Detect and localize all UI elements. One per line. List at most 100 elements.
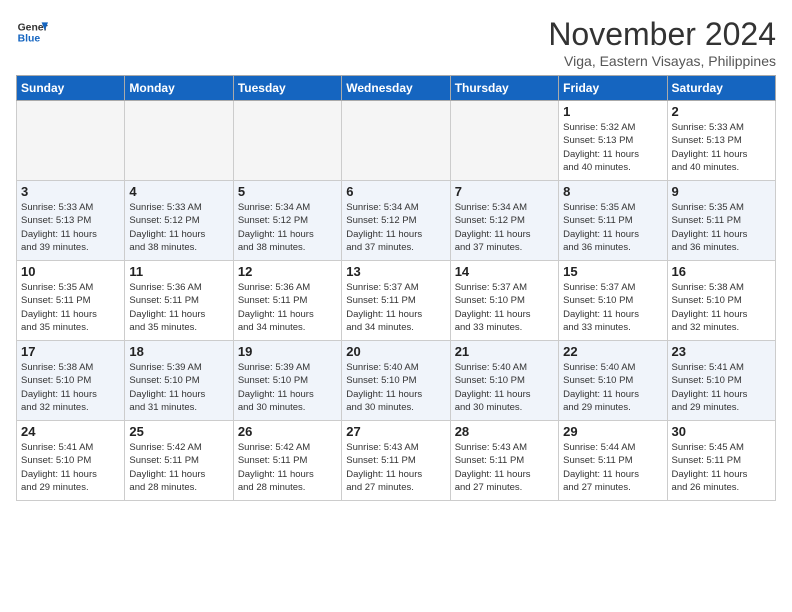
- day-number: 11: [129, 264, 228, 279]
- day-number: 16: [672, 264, 771, 279]
- day-info: Sunrise: 5:36 AM Sunset: 5:11 PM Dayligh…: [129, 281, 228, 334]
- day-info: Sunrise: 5:42 AM Sunset: 5:11 PM Dayligh…: [238, 441, 337, 494]
- day-of-week-header: Sunday: [17, 76, 125, 101]
- day-number: 21: [455, 344, 554, 359]
- day-info: Sunrise: 5:42 AM Sunset: 5:11 PM Dayligh…: [129, 441, 228, 494]
- calendar-day: 17 Sunrise: 5:38 AM Sunset: 5:10 PM Dayli…: [17, 341, 125, 421]
- day-number: 24: [21, 424, 120, 439]
- day-number: 18: [129, 344, 228, 359]
- day-number: 12: [238, 264, 337, 279]
- day-number: 4: [129, 184, 228, 199]
- day-number: 25: [129, 424, 228, 439]
- page-header: General Blue November 2024 Viga, Eastern…: [16, 16, 776, 69]
- calendar-day: 10 Sunrise: 5:35 AM Sunset: 5:11 PM Dayli…: [17, 261, 125, 341]
- day-info: Sunrise: 5:36 AM Sunset: 5:11 PM Dayligh…: [238, 281, 337, 334]
- calendar-day: 26 Sunrise: 5:42 AM Sunset: 5:11 PM Dayli…: [233, 421, 341, 501]
- calendar-week-row: 1 Sunrise: 5:32 AM Sunset: 5:13 PM Daylig…: [17, 101, 776, 181]
- day-number: 5: [238, 184, 337, 199]
- day-number: 3: [21, 184, 120, 199]
- day-number: 26: [238, 424, 337, 439]
- day-number: 15: [563, 264, 662, 279]
- calendar-day: 5Sunrise: 5:34 AM Sunset: 5:12 PM Daylig…: [233, 181, 341, 261]
- title-block: November 2024 Viga, Eastern Visayas, Phi…: [548, 16, 776, 69]
- day-number: 29: [563, 424, 662, 439]
- calendar-day: 30 Sunrise: 5:45 AM Sunset: 5:11 PM Dayli…: [667, 421, 775, 501]
- day-info: Sunrise: 5:40 AM Sunset: 5:10 PM Dayligh…: [346, 361, 445, 414]
- day-info: Sunrise: 5:35 AM Sunset: 5:11 PM Dayligh…: [672, 201, 771, 254]
- calendar-day: 14 Sunrise: 5:37 AM Sunset: 5:10 PM Dayli…: [450, 261, 558, 341]
- calendar-empty-day: [450, 101, 558, 181]
- calendar-empty-day: [342, 101, 450, 181]
- day-of-week-header: Thursday: [450, 76, 558, 101]
- day-of-week-header: Wednesday: [342, 76, 450, 101]
- day-number: 28: [455, 424, 554, 439]
- calendar-day: 3 Sunrise: 5:33 AM Sunset: 5:13 PM Daylig…: [17, 181, 125, 261]
- calendar-day: 11 Sunrise: 5:36 AM Sunset: 5:11 PM Dayli…: [125, 261, 233, 341]
- day-info: Sunrise: 5:35 AM Sunset: 5:11 PM Dayligh…: [21, 281, 120, 334]
- day-info: Sunrise: 5:38 AM Sunset: 5:10 PM Dayligh…: [672, 281, 771, 334]
- day-number: 14: [455, 264, 554, 279]
- calendar-empty-day: [233, 101, 341, 181]
- calendar-day: 16 Sunrise: 5:38 AM Sunset: 5:10 PM Dayli…: [667, 261, 775, 341]
- day-number: 1: [563, 104, 662, 119]
- day-info: Sunrise: 5:39 AM Sunset: 5:10 PM Dayligh…: [129, 361, 228, 414]
- calendar-week-row: 3 Sunrise: 5:33 AM Sunset: 5:13 PM Daylig…: [17, 181, 776, 261]
- day-of-week-header: Tuesday: [233, 76, 341, 101]
- day-number: 30: [672, 424, 771, 439]
- calendar-day: 15 Sunrise: 5:37 AM Sunset: 5:10 PM Dayli…: [559, 261, 667, 341]
- day-number: 20: [346, 344, 445, 359]
- day-info: Sunrise: 5:38 AM Sunset: 5:10 PM Dayligh…: [21, 361, 120, 414]
- calendar-empty-day: [125, 101, 233, 181]
- calendar-table: SundayMondayTuesdayWednesdayThursdayFrid…: [16, 75, 776, 501]
- day-number: 10: [21, 264, 120, 279]
- day-info: Sunrise: 5:34 AM Sunset: 5:12 PM Dayligh…: [346, 201, 445, 254]
- calendar-day: 18 Sunrise: 5:39 AM Sunset: 5:10 PM Dayli…: [125, 341, 233, 421]
- day-number: 9: [672, 184, 771, 199]
- day-number: 17: [21, 344, 120, 359]
- calendar-day: 2Sunrise: 5:33 AM Sunset: 5:13 PM Daylig…: [667, 101, 775, 181]
- calendar-day: 12 Sunrise: 5:36 AM Sunset: 5:11 PM Dayli…: [233, 261, 341, 341]
- day-info: Sunrise: 5:33 AM Sunset: 5:12 PM Dayligh…: [129, 201, 228, 254]
- day-number: 13: [346, 264, 445, 279]
- calendar-day: 23Sunrise: 5:41 AM Sunset: 5:10 PM Dayli…: [667, 341, 775, 421]
- day-info: Sunrise: 5:37 AM Sunset: 5:10 PM Dayligh…: [563, 281, 662, 334]
- day-info: Sunrise: 5:45 AM Sunset: 5:11 PM Dayligh…: [672, 441, 771, 494]
- day-info: Sunrise: 5:41 AM Sunset: 5:10 PM Dayligh…: [21, 441, 120, 494]
- day-info: Sunrise: 5:43 AM Sunset: 5:11 PM Dayligh…: [455, 441, 554, 494]
- calendar-day: 1 Sunrise: 5:32 AM Sunset: 5:13 PM Daylig…: [559, 101, 667, 181]
- svg-text:Blue: Blue: [18, 34, 41, 45]
- calendar-day: 24 Sunrise: 5:41 AM Sunset: 5:10 PM Dayli…: [17, 421, 125, 501]
- day-number: 6: [346, 184, 445, 199]
- month-title: November 2024: [548, 16, 776, 53]
- location: Viga, Eastern Visayas, Philippines: [548, 53, 776, 69]
- calendar-day: 7Sunrise: 5:34 AM Sunset: 5:12 PM Daylig…: [450, 181, 558, 261]
- day-of-week-header: Saturday: [667, 76, 775, 101]
- day-info: Sunrise: 5:40 AM Sunset: 5:10 PM Dayligh…: [563, 361, 662, 414]
- calendar-week-row: 24 Sunrise: 5:41 AM Sunset: 5:10 PM Dayli…: [17, 421, 776, 501]
- calendar-empty-day: [17, 101, 125, 181]
- day-number: 8: [563, 184, 662, 199]
- day-info: Sunrise: 5:40 AM Sunset: 5:10 PM Dayligh…: [455, 361, 554, 414]
- day-of-week-header: Friday: [559, 76, 667, 101]
- day-info: Sunrise: 5:32 AM Sunset: 5:13 PM Dayligh…: [563, 121, 662, 174]
- day-of-week-header: Monday: [125, 76, 233, 101]
- logo: General Blue: [16, 16, 48, 48]
- day-info: Sunrise: 5:33 AM Sunset: 5:13 PM Dayligh…: [672, 121, 771, 174]
- logo-icon: General Blue: [16, 16, 48, 48]
- calendar-day: 25 Sunrise: 5:42 AM Sunset: 5:11 PM Dayli…: [125, 421, 233, 501]
- calendar-week-row: 17 Sunrise: 5:38 AM Sunset: 5:10 PM Dayli…: [17, 341, 776, 421]
- day-number: 7: [455, 184, 554, 199]
- calendar-week-row: 10 Sunrise: 5:35 AM Sunset: 5:11 PM Dayli…: [17, 261, 776, 341]
- day-info: Sunrise: 5:33 AM Sunset: 5:13 PM Dayligh…: [21, 201, 120, 254]
- day-info: Sunrise: 5:41 AM Sunset: 5:10 PM Dayligh…: [672, 361, 771, 414]
- calendar-day: 22 Sunrise: 5:40 AM Sunset: 5:10 PM Dayli…: [559, 341, 667, 421]
- day-info: Sunrise: 5:37 AM Sunset: 5:10 PM Dayligh…: [455, 281, 554, 334]
- calendar-day: 9 Sunrise: 5:35 AM Sunset: 5:11 PM Daylig…: [667, 181, 775, 261]
- calendar-day: 27Sunrise: 5:43 AM Sunset: 5:11 PM Dayli…: [342, 421, 450, 501]
- day-info: Sunrise: 5:44 AM Sunset: 5:11 PM Dayligh…: [563, 441, 662, 494]
- calendar-day: 19Sunrise: 5:39 AM Sunset: 5:10 PM Dayli…: [233, 341, 341, 421]
- day-number: 22: [563, 344, 662, 359]
- calendar-day: 21 Sunrise: 5:40 AM Sunset: 5:10 PM Dayli…: [450, 341, 558, 421]
- calendar-day: 8Sunrise: 5:35 AM Sunset: 5:11 PM Daylig…: [559, 181, 667, 261]
- calendar-day: 20 Sunrise: 5:40 AM Sunset: 5:10 PM Dayli…: [342, 341, 450, 421]
